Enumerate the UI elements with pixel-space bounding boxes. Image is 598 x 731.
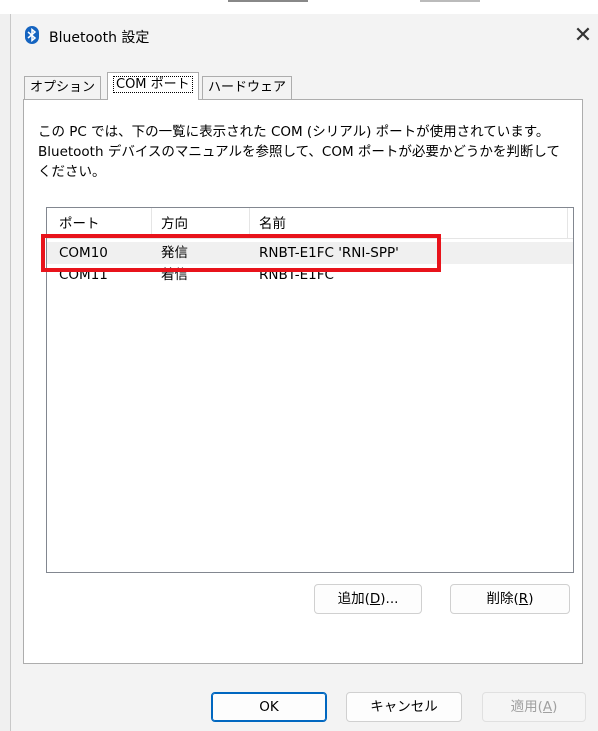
button-label: 追加( (337, 591, 370, 607)
tab-panel: この PC では、下の一覧に表示された COM (シリアル) ポートが使用されて… (23, 99, 583, 664)
tab-label: オプション (30, 80, 96, 95)
tab-label: COM ポート (113, 76, 193, 93)
background-line (228, 0, 308, 2)
bluetooth-icon (25, 26, 39, 44)
button-label: 適用( (510, 699, 543, 715)
tab-options[interactable]: オプション (24, 76, 102, 99)
button-label: 削除( (486, 591, 519, 607)
background-strip (0, 0, 598, 14)
background-line (420, 0, 480, 2)
description-text: この PC では、下の一覧に表示された COM (シリアル) ポートが使用されて… (38, 124, 561, 180)
tab-label: ハードウェア (208, 80, 287, 95)
cancel-button[interactable]: キャンセル (346, 692, 462, 722)
button-label-suffix: ) (552, 699, 558, 715)
button-label-suffix: ) (528, 591, 534, 607)
column-divider[interactable] (567, 208, 568, 238)
tab-hardware[interactable]: ハードウェア (202, 76, 293, 99)
button-label-suffix: )... (380, 591, 399, 607)
window-title: Bluetooth 設定 (49, 30, 150, 46)
apply-button[interactable]: 適用(A) (482, 692, 586, 722)
bluetooth-settings-dialog: Bluetooth 設定 ✕ オプション COM ポート ハードウェア この P… (10, 14, 598, 731)
tab-strip: オプション COM ポート ハードウェア (11, 72, 598, 100)
add-button[interactable]: 追加(D)... (314, 584, 422, 614)
tab-com-ports[interactable]: COM ポート (107, 72, 199, 100)
ok-button[interactable]: OK (211, 692, 327, 722)
delete-button[interactable]: 削除(R) (450, 584, 570, 614)
highlight-box (41, 234, 441, 272)
access-key: D (369, 591, 381, 607)
title-bar: Bluetooth 設定 ✕ (11, 14, 598, 58)
access-key: A (542, 699, 553, 715)
access-key: R (518, 591, 529, 607)
close-icon[interactable]: ✕ (567, 20, 598, 52)
